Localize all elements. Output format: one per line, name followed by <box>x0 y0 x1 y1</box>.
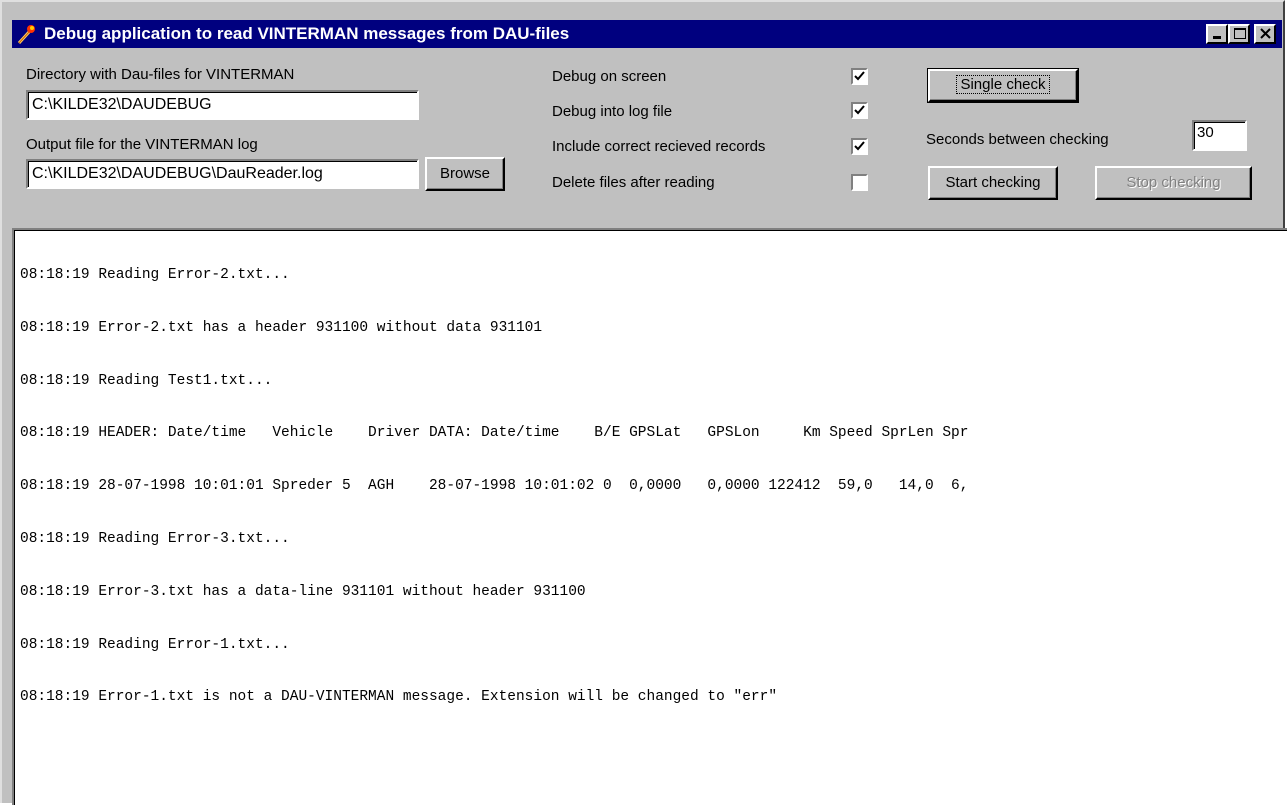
close-icon <box>1260 28 1271 39</box>
log-line: 08:18:19 Error-1.txt is not a DAU-VINTER… <box>20 689 778 706</box>
log-line: 08:18:19 Error-2.txt has a header 931100… <box>20 319 543 336</box>
log-line: 08:18:19 Reading Error-3.txt... <box>20 530 290 547</box>
browse-button[interactable]: Browse <box>425 157 505 191</box>
minimize-button[interactable] <box>1206 24 1228 44</box>
debug-screen-checkbox[interactable] <box>851 68 868 85</box>
checkmark-icon <box>854 105 865 115</box>
start-checking-label: Start checking <box>945 174 1041 191</box>
start-checking-button[interactable]: Start checking <box>928 166 1058 200</box>
seconds-input[interactable]: 30 <box>1192 120 1247 151</box>
stop-checking-button[interactable]: Stop checking <box>1095 166 1252 200</box>
include-correct-checkbox[interactable] <box>851 138 868 155</box>
dir-label: Directory with Dau-files for VINTERMAN <box>26 66 295 83</box>
maximize-icon <box>1234 28 1246 39</box>
minimize-icon <box>1213 36 1221 39</box>
log-line: 08:18:19 Reading Error-1.txt... <box>20 636 290 653</box>
log-line: 08:18:19 Error-3.txt has a data-line 931… <box>20 583 586 600</box>
single-check-label: Single check <box>956 75 1050 94</box>
maximize-button[interactable] <box>1228 24 1250 44</box>
log-line: 08:18:19 Reading Error-2.txt... <box>20 267 290 283</box>
output-input[interactable]: C:\KILDE32\DAUDEBUG\DauReader.log <box>26 159 419 189</box>
main-window: Debug application to read VINTERMAN mess… <box>0 0 1287 805</box>
delete-files-checkbox[interactable] <box>851 174 868 191</box>
dir-input[interactable]: C:\KILDE32\DAUDEBUG <box>26 90 419 120</box>
option-include-correct-label: Include correct recieved records <box>552 138 766 155</box>
option-debug-log-label: Debug into log file <box>552 103 673 120</box>
close-button[interactable] <box>1254 24 1276 44</box>
single-check-button[interactable]: Single check <box>927 68 1079 103</box>
option-debug-screen-label: Debug on screen <box>552 68 667 85</box>
output-label: Output file for the VINTERMAN log <box>26 136 258 153</box>
title-bar[interactable]: Debug application to read VINTERMAN mess… <box>12 20 1282 48</box>
torch-icon <box>16 23 38 45</box>
log-line: 08:18:19 28-07-1998 10:01:01 Spreder 5 A… <box>20 478 969 495</box>
seconds-label: Seconds between checking <box>926 131 1109 148</box>
window-title: Debug application to read VINTERMAN mess… <box>44 24 570 43</box>
log-output[interactable]: 08:18:19 Reading Error-2.txt... 08:18:19… <box>12 228 1287 805</box>
checkmark-icon <box>854 141 865 151</box>
log-line: 08:18:19 Reading Test1.txt... <box>20 372 273 389</box>
checkmark-icon <box>854 71 865 81</box>
debug-log-checkbox[interactable] <box>851 102 868 119</box>
log-line: 08:18:19 HEADER: Date/time Vehicle Drive… <box>20 425 969 442</box>
browse-label: Browse <box>439 165 491 182</box>
stop-checking-label: Stop checking <box>1126 174 1221 191</box>
option-delete-files-label: Delete files after reading <box>552 174 715 191</box>
